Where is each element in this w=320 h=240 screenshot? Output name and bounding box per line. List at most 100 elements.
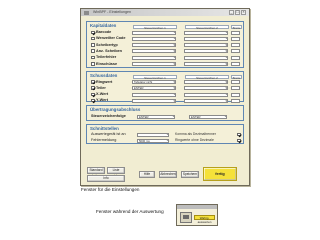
schussdaten-field-2[interactable] <box>184 92 228 97</box>
schnittstellen-section: Schnittstellen Auswertegerät ist an Komm… <box>86 124 244 144</box>
kapitaldaten-row-label: Anz. Scheiben <box>96 48 122 53</box>
settings-caption: Fenster für die Einstellungen <box>81 187 140 192</box>
schussdaten-section: Schussdaten Steuerzeichen 1 Steuerzeiche… <box>86 71 244 103</box>
kapitaldaten-field-2[interactable] <box>184 55 228 60</box>
uebertragung-field-2[interactable]: ENTER <box>189 114 227 119</box>
col-header-breite: Breite <box>231 25 242 30</box>
kapitaldaten-row-checkbox[interactable] <box>91 30 95 34</box>
schussdaten-row-checkbox[interactable] <box>91 80 95 84</box>
kapitaldaten-row-label: Barcode <box>96 30 112 34</box>
kapitaldaten-field-1[interactable] <box>132 36 176 41</box>
uebertragung-section: Übertragungsabschluss Steuerzeichenfolge… <box>86 105 244 121</box>
speichern-button[interactable]: Speichern <box>181 171 199 178</box>
minimize-button[interactable]: _ <box>229 10 234 15</box>
schussdaten-field-1[interactable]: Tabulator nicht <box>132 80 176 84</box>
schussdaten-row-label: Ringwert <box>96 79 113 84</box>
schussdaten-field-2[interactable] <box>184 80 228 84</box>
kapitaldaten-width-field[interactable] <box>231 49 240 54</box>
auswertegeraet-select[interactable] <box>137 132 169 137</box>
kapitaldaten-row: Anz. Scheiben <box>91 49 243 54</box>
settings-window: WinBPF - Einstellungen _ □ × Kapitaldate… <box>80 8 250 186</box>
window-title: WinBPF - Einstellungen <box>93 10 131 14</box>
kapitaldaten-row-checkbox[interactable] <box>91 43 95 47</box>
schussdaten-row: Teiler ENTER <box>91 86 243 91</box>
kapitaldaten-field-1[interactable] <box>132 43 176 48</box>
kapitaldaten-row-label: Einschüsse <box>96 61 118 66</box>
schnittstellen-row-2: Fehlermeldung 5000 ms Ringwerte ohne Dez… <box>91 138 241 143</box>
kapitaldaten-field-1[interactable] <box>132 55 176 60</box>
uebertragung-title: Übertragungsabschluss <box>90 107 141 112</box>
kapitaldaten-field-1[interactable] <box>132 62 176 66</box>
hilfe-button[interactable]: Hilfe <box>139 171 155 178</box>
kapitaldaten-width-field[interactable] <box>231 36 240 41</box>
kapitaldaten-row-checkbox[interactable] <box>91 62 95 66</box>
uebertragung-row: Steuerzeichenfolge ENTER ENTER <box>91 114 241 119</box>
komma-label: Komma als Dezimaltrenner <box>175 132 216 136</box>
abbrechen-button[interactable]: Abbrechen <box>159 171 177 178</box>
uebertragung-field-1[interactable]: ENTER <box>137 114 175 119</box>
kapitaldaten-field-2[interactable] <box>184 49 228 54</box>
schussdaten-width-field[interactable] <box>231 86 240 91</box>
kapitaldaten-row: Einschüsse <box>91 62 243 67</box>
kapitaldaten-field-1[interactable] <box>132 49 176 54</box>
ringwerte-checkbox[interactable] <box>237 138 241 142</box>
standard-laden-button[interactable]: Standard laden <box>87 167 105 178</box>
liste-speichern-button[interactable]: Liste speichern <box>107 167 125 178</box>
schnittstellen-title: Schnittstellen <box>90 126 119 131</box>
kapitaldaten-row: Wenzeilter Code <box>91 36 243 41</box>
kapitaldaten-row: Barcode <box>91 30 243 35</box>
schussdaten-row-checkbox[interactable] <box>91 98 95 103</box>
schussdaten-field-1[interactable]: ENTER <box>132 86 176 91</box>
fehlermeldung-label: Fehlermeldung <box>91 138 117 142</box>
kapitaldaten-row-checkbox[interactable] <box>91 49 95 53</box>
schussdaten-field-1[interactable] <box>132 92 176 97</box>
schussdaten-row: Ringwert Tabulator nicht <box>91 80 243 85</box>
col-header-steuerzeichen-1: Steuerzeichen 1 <box>133 75 177 80</box>
schussdaten-field-2[interactable] <box>184 86 228 91</box>
kapitaldaten-field-2[interactable] <box>184 62 228 66</box>
schussdaten-row: Y-Wert <box>91 98 243 103</box>
kapitaldaten-row-checkbox[interactable] <box>91 36 95 41</box>
schussdaten-row-checkbox[interactable] <box>91 86 95 90</box>
kapitaldaten-field-2[interactable] <box>184 30 228 35</box>
info-button[interactable]: Info <box>87 175 125 182</box>
fehlermeldung-select[interactable]: 5000 ms <box>137 138 169 143</box>
kapitaldaten-row-label: Teilerfehler <box>96 55 117 60</box>
auswerten-button[interactable]: Wahrg. auswerten <box>194 215 215 224</box>
kapitaldaten-row-label: Scheibertyp <box>96 42 118 47</box>
schussdaten-width-field[interactable] <box>231 98 240 103</box>
kapitaldaten-row-label: Wenzeilter Code <box>96 36 126 41</box>
kapitaldaten-row: Teilerfehler <box>91 55 243 60</box>
schussdaten-row-label: X-Wert <box>96 92 109 97</box>
uebertragung-label: Steuerzeichenfolge <box>91 114 126 118</box>
kapitaldaten-field-2[interactable] <box>184 43 228 48</box>
kapitaldaten-title: Kapitaldaten <box>90 23 117 28</box>
kapitaldaten-field-2[interactable] <box>184 36 228 41</box>
schussdaten-width-field[interactable] <box>231 92 240 97</box>
kapitaldaten-width-field[interactable] <box>231 62 240 66</box>
ringwerte-label: Ringwerte ohne Dezimale <box>175 138 214 142</box>
mini-titlebar[interactable] <box>177 205 217 209</box>
col-header-steuerzeichen-2: Steuerzeichen 2 <box>185 75 229 80</box>
evaluation-window: Wahrg. auswerten <box>176 204 218 226</box>
kapitaldaten-field-1[interactable] <box>132 30 176 35</box>
schussdaten-title: Schussdaten <box>90 73 118 78</box>
maximize-button[interactable]: □ <box>235 10 240 15</box>
app-icon <box>84 10 89 15</box>
fertig-button[interactable]: fertig <box>203 167 237 181</box>
kapitaldaten-row-checkbox[interactable] <box>91 55 95 60</box>
schussdaten-row: X-Wert <box>91 92 243 97</box>
close-button[interactable]: × <box>241 10 246 15</box>
title-bar[interactable]: WinBPF - Einstellungen _ □ × <box>81 9 249 16</box>
schussdaten-width-field[interactable] <box>231 80 240 84</box>
kapitaldaten-width-field[interactable] <box>231 30 240 35</box>
col-header-steuerzeichen-1: Steuerzeichen 1 <box>133 25 177 30</box>
schussdaten-field-1[interactable] <box>132 98 176 103</box>
kapitaldaten-width-field[interactable] <box>231 43 240 48</box>
schussdaten-field-2[interactable] <box>184 98 228 103</box>
auswertegeraet-label: Auswertegerät ist an <box>91 132 126 136</box>
komma-checkbox[interactable] <box>237 132 241 136</box>
schussdaten-row-checkbox[interactable] <box>91 92 95 97</box>
kapitaldaten-width-field[interactable] <box>231 55 240 60</box>
col-header-breite: Breite <box>231 75 242 80</box>
